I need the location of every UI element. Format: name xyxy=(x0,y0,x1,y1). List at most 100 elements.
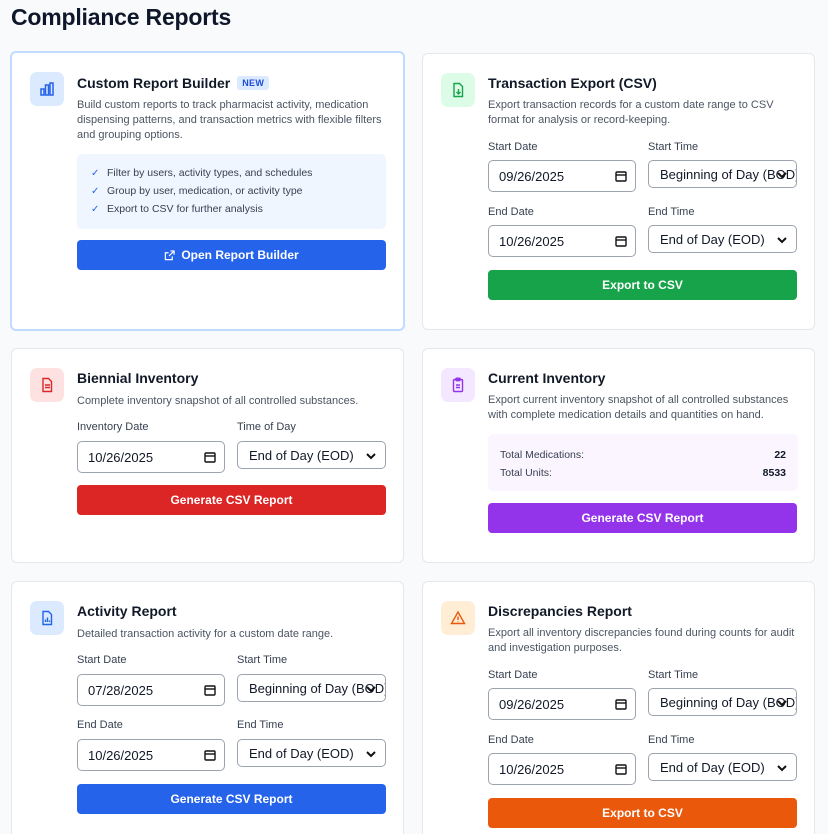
stat-value: 8533 xyxy=(762,467,786,479)
card-title: Activity Report xyxy=(77,603,177,619)
feature-text: Export to CSV for further analysis xyxy=(107,203,263,215)
end-time-label: End Time xyxy=(648,734,695,746)
feature-item: ✓ Group by user, medication, or activity … xyxy=(91,182,372,200)
calendar-icon xyxy=(615,171,627,182)
card-description: Complete inventory snapshot of all contr… xyxy=(77,395,359,407)
new-badge: NEW xyxy=(237,76,270,90)
export-to-csv-button[interactable]: Export to CSV xyxy=(488,798,797,828)
chevron-down-icon xyxy=(777,700,787,707)
chevron-down-icon xyxy=(366,751,376,758)
card-description: Export transaction records for a custom … xyxy=(488,99,774,126)
chevron-down-icon xyxy=(366,453,376,460)
card-title: Transaction Export (CSV) xyxy=(488,75,657,91)
start-date-label: Start Date xyxy=(488,141,538,153)
page-title: Compliance Reports xyxy=(11,4,232,30)
export-to-csv-button[interactable]: Export to CSV xyxy=(488,270,797,300)
chevron-down-icon xyxy=(777,765,787,772)
activity-report-card: Activity Report Detailed transaction act… xyxy=(11,581,404,834)
button-label: Open Report Builder xyxy=(181,248,299,262)
start-time-label: Start Time xyxy=(648,669,699,681)
feature-text: Group by user, medication, or activity t… xyxy=(107,185,303,197)
start-date-input[interactable]: 07/28/2025 xyxy=(77,674,225,706)
button-label: Export to CSV xyxy=(602,806,683,820)
discrepancies-report-card: Discrepancies Report Export all inventor… xyxy=(422,581,815,834)
chevron-down-icon xyxy=(777,172,787,179)
end-time-select[interactable]: End of Day (EOD) xyxy=(237,739,386,767)
end-date-input[interactable]: 10/26/2025 xyxy=(488,225,636,257)
end-time-select[interactable]: End of Day (EOD) xyxy=(648,753,797,781)
custom-builder-title: Custom Report Builder xyxy=(77,75,231,91)
check-icon: ✓ xyxy=(91,167,100,179)
card-description: Export all inventory discrepancies found… xyxy=(488,627,795,654)
calendar-icon xyxy=(615,236,627,247)
feature-item: ✓ Export to CSV for further analysis xyxy=(91,200,372,218)
end-time-label: End Time xyxy=(237,719,284,731)
card-description: Build custom reports to track pharmacist… xyxy=(77,99,382,141)
date-value: 09/26/2025 xyxy=(499,696,565,712)
card-title: Biennial Inventory xyxy=(77,370,199,386)
start-date-input[interactable]: 09/26/2025 xyxy=(488,160,636,192)
stat-row: Total Medications: 22 xyxy=(500,446,786,464)
calendar-icon xyxy=(615,764,627,775)
card-title: Custom Report Builder NEW xyxy=(77,75,270,91)
stat-label: Total Units: xyxy=(500,467,552,479)
time-of-day-select[interactable]: End of Day (EOD) xyxy=(237,441,386,469)
card-title: Discrepancies Report xyxy=(488,603,632,619)
check-icon: ✓ xyxy=(91,185,100,197)
start-time-select[interactable]: Beginning of Day (BOD) xyxy=(648,160,797,188)
end-date-input[interactable]: 10/26/2025 xyxy=(77,739,225,771)
date-value: 10/26/2025 xyxy=(88,747,154,763)
button-label: Generate CSV Report xyxy=(170,792,293,806)
start-date-input[interactable]: 09/26/2025 xyxy=(488,688,636,720)
end-date-input[interactable]: 10/26/2025 xyxy=(488,753,636,785)
generate-csv-report-button[interactable]: Generate CSV Report xyxy=(77,784,386,814)
warning-icon xyxy=(441,601,475,635)
generate-csv-report-button[interactable]: Generate CSV Report xyxy=(488,503,797,533)
date-value: 10/26/2025 xyxy=(499,761,565,777)
calendar-icon xyxy=(204,452,216,463)
card-title: Current Inventory xyxy=(488,370,606,386)
feature-list: ✓ Filter by users, activity types, and sc… xyxy=(77,154,386,229)
date-value: 10/26/2025 xyxy=(499,233,565,249)
stat-value: 22 xyxy=(774,449,786,461)
inventory-date-input[interactable]: 10/26/2025 xyxy=(77,441,225,473)
end-time-select[interactable]: End of Day (EOD) xyxy=(648,225,797,253)
start-time-label: Start Time xyxy=(648,141,699,153)
calendar-icon xyxy=(204,685,216,696)
current-inventory-card: Current Inventory Export current invento… xyxy=(422,348,815,563)
date-value: 07/28/2025 xyxy=(88,682,154,698)
file-download-icon xyxy=(441,73,475,107)
button-label: Generate CSV Report xyxy=(170,493,293,507)
calendar-icon xyxy=(615,699,627,710)
date-value: 09/26/2025 xyxy=(499,168,565,184)
transaction-export-card: Transaction Export (CSV) Export transact… xyxy=(422,53,815,330)
end-time-label: End Time xyxy=(648,206,695,218)
start-time-label: Start Time xyxy=(237,654,288,666)
generate-csv-report-button[interactable]: Generate CSV Report xyxy=(77,485,386,515)
bar-chart-icon xyxy=(30,72,64,106)
time-of-day-label: Time of Day xyxy=(237,421,296,433)
button-label: Export to CSV xyxy=(602,278,683,292)
feature-item: ✓ Filter by users, activity types, and sc… xyxy=(91,164,372,182)
end-date-label: End Date xyxy=(488,734,534,746)
start-date-label: Start Date xyxy=(77,654,127,666)
check-icon: ✓ xyxy=(91,203,100,215)
button-label: Generate CSV Report xyxy=(581,511,704,525)
file-chart-icon xyxy=(30,601,64,635)
stat-label: Total Medications: xyxy=(500,449,585,461)
start-date-label: Start Date xyxy=(488,669,538,681)
calendar-icon xyxy=(204,750,216,761)
biennial-inventory-card: Biennial Inventory Complete inventory sn… xyxy=(11,348,404,563)
start-time-select[interactable]: Beginning of Day (BOD) xyxy=(648,688,797,716)
stat-row: Total Units: 8533 xyxy=(500,464,786,482)
open-report-builder-button[interactable]: Open Report Builder xyxy=(77,240,386,270)
inventory-stats: Total Medications: 22 Total Units: 8533 xyxy=(488,434,798,491)
chevron-down-icon xyxy=(366,686,376,693)
custom-report-builder-card: Custom Report Builder NEW Build custom r… xyxy=(10,51,405,331)
end-date-label: End Date xyxy=(488,206,534,218)
chevron-down-icon xyxy=(777,237,787,244)
file-text-icon xyxy=(30,368,64,402)
start-time-select[interactable]: Beginning of Day (BOD) xyxy=(237,674,386,702)
clipboard-icon xyxy=(441,368,475,402)
feature-text: Filter by users, activity types, and sch… xyxy=(107,167,313,179)
